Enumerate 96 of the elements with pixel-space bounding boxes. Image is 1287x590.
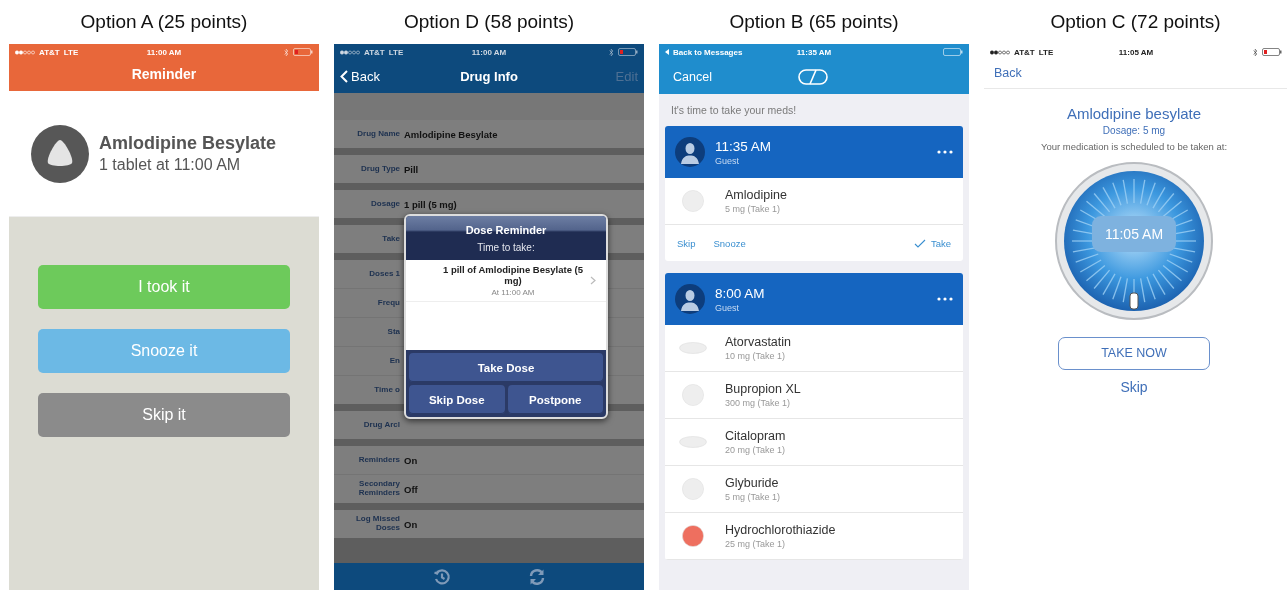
screen-title: Drug Info <box>460 69 518 84</box>
figure-caption: Option C (72 points) <box>1049 10 1222 34</box>
field-label: Frequ <box>376 298 400 308</box>
take-dose-button[interactable]: Take Dose <box>409 353 603 382</box>
refresh-icon[interactable] <box>527 567 546 586</box>
medication-row[interactable]: Glyburide 5 mg (Take 1) <box>665 466 963 513</box>
intro-text: It's time to take your meds! <box>670 103 798 118</box>
field-label: Drug Type <box>360 164 400 174</box>
capsule-logo-icon <box>798 69 830 85</box>
dose-time: 8:00 AM <box>715 285 766 301</box>
figure-caption: Option A (25 points) <box>79 10 249 34</box>
medication-row[interactable]: Bupropion XL 300 mg (Take 1) <box>665 372 963 419</box>
dose-time: At 11:00 AM <box>490 288 536 297</box>
dose-description: 1 pill of Amlodipine Besylate (5 mg) <box>441 264 585 286</box>
cancel-button[interactable]: Cancel <box>673 70 712 84</box>
medication-row[interactable]: Amlodipine 5 mg (Take 1) <box>665 178 963 225</box>
field-value: Off <box>404 483 418 495</box>
field-value: Amlodipine Besylate <box>404 128 498 140</box>
skip-button[interactable]: Skip it <box>38 393 290 437</box>
medication-name: Bupropion XL <box>725 382 801 396</box>
skip-dose-button[interactable]: Skip Dose <box>409 385 505 414</box>
signal-icon <box>990 49 1010 55</box>
skip-link[interactable]: Skip <box>1120 378 1148 395</box>
carrier-label: AT&T <box>1014 47 1035 57</box>
drug-name: Amlodipine besylate <box>1066 105 1202 122</box>
chevron-left-icon <box>340 70 348 83</box>
field-value: On <box>404 518 418 530</box>
network-label: LTE <box>1038 47 1054 57</box>
status-time: 11:35 AM <box>796 47 832 57</box>
user-name: Guest <box>715 155 740 166</box>
skip-link[interactable]: Skip <box>677 237 696 249</box>
signal-icon <box>15 49 35 55</box>
medication-row[interactable]: Citalopram 20 mg (Take 1) <box>665 419 963 466</box>
signal-icon <box>340 49 360 55</box>
carrier-label: AT&T <box>39 47 60 57</box>
medication-dose: 300 mg (Take 1) <box>725 398 792 408</box>
medication-dose: 5 mg (Take 1) <box>725 492 781 502</box>
field-label: Sta <box>386 327 400 337</box>
back-triangle-icon[interactable] <box>665 49 669 55</box>
carrier-label: AT&T <box>364 47 385 57</box>
field-label: Dosage <box>370 199 400 209</box>
snooze-link[interactable]: Snooze <box>713 237 746 249</box>
field-label: Doses 1 <box>368 269 400 279</box>
medication-name: Atorvastatin <box>725 335 791 349</box>
medication-dose: 5 mg (Take 1) <box>725 204 782 214</box>
user-name: Guest <box>715 302 740 313</box>
postpone-button[interactable]: Postpone <box>507 385 603 414</box>
figure-caption: Option D (58 points) <box>403 10 575 34</box>
time-display: 11:05 AM <box>1092 215 1176 252</box>
dosage-text: Dosage: 5 mg <box>1102 125 1166 136</box>
chevron-right-icon <box>590 276 596 285</box>
field-label: Drug Name <box>356 129 400 139</box>
drug-name: Amlodipine Besylate <box>99 133 277 154</box>
medication-dose: 20 mg (Take 1) <box>725 445 786 455</box>
more-icon[interactable] <box>937 297 953 301</box>
checkmark-icon <box>913 238 926 248</box>
medication-dose: 10 mg (Take 1) <box>725 351 787 361</box>
medication-row[interactable]: Atorvastatin 10 mg (Take 1) <box>665 325 963 372</box>
medication-name: Glyburide <box>725 476 780 490</box>
take-now-button[interactable]: TAKE NOW <box>1058 336 1210 370</box>
dose-time: 11:35 AM <box>715 138 773 154</box>
field-label: Log Missed Doses <box>355 515 400 533</box>
field-label: Take <box>381 234 400 244</box>
pill-icon <box>31 124 89 183</box>
status-time: 11:00 AM <box>146 47 182 57</box>
take-button[interactable]: Take <box>913 237 951 249</box>
avatar-icon <box>675 137 705 167</box>
status-time: 11:00 AM <box>471 47 507 57</box>
avatar-icon <box>675 284 705 314</box>
dialog-title: Dose Reminder <box>464 224 548 236</box>
field-label: Time o <box>373 385 400 395</box>
field-label: En <box>388 356 400 366</box>
field-label: Reminders <box>357 455 400 465</box>
field-label: Secondary Reminders <box>357 480 400 498</box>
schedule-message: Your medication is scheduled to be taken at: <box>1039 141 1229 153</box>
field-value: On <box>404 454 418 466</box>
dialog-subtitle: Time to take: <box>476 242 536 253</box>
figure-caption: Option B (65 points) <box>728 10 900 34</box>
dose-schedule: 1 tablet at 11:00 AM <box>99 156 242 174</box>
more-icon[interactable] <box>937 150 953 154</box>
medication-name: Amlodipine <box>725 188 787 202</box>
field-value: Pill <box>404 163 419 175</box>
network-label: LTE <box>63 47 79 57</box>
status-time: 11:05 AM <box>1118 47 1154 57</box>
field-label: Drug Arcl <box>362 420 400 430</box>
back-button[interactable]: Back <box>340 69 461 84</box>
back-to-app-link[interactable]: Back to Messages <box>673 47 743 57</box>
field-value: 1 pill (5 mg) <box>404 198 457 210</box>
medication-name: Hydrochlorothiazide <box>725 523 836 537</box>
medication-dose: 25 mg (Take 1) <box>725 539 787 549</box>
medication-row[interactable]: Hydrochlorothiazide 25 mg (Take 1) <box>665 513 963 560</box>
history-icon[interactable] <box>432 567 451 586</box>
network-label: LTE <box>388 47 404 57</box>
back-link[interactable]: Back <box>984 60 1287 89</box>
medication-name: Citalopram <box>725 429 786 443</box>
screen-title: Reminder <box>130 65 198 84</box>
